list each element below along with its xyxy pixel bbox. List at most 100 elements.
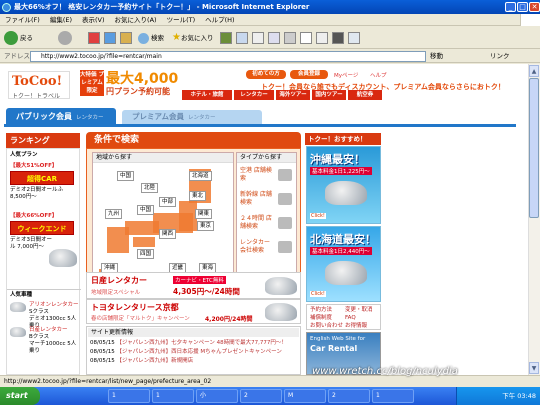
menu-favorites[interactable]: お気に入り(A): [110, 14, 162, 26]
type-airport[interactable]: 空港 店舗検索: [240, 167, 274, 183]
region-shikoku[interactable]: 四国: [137, 249, 155, 259]
taskbar-item[interactable]: 1: [372, 389, 414, 403]
car2-company[interactable]: 日産レンタカー: [29, 327, 68, 334]
mail-icon[interactable]: [236, 32, 248, 44]
back-button[interactable]: 戻る: [4, 30, 33, 46]
plan2-desc[interactable]: デミオ3日間オール 7,000円〜: [10, 237, 54, 251]
links-label[interactable]: リンク: [490, 51, 510, 62]
refresh-icon[interactable]: [104, 32, 116, 44]
toolbar-tool-icon[interactable]: [332, 32, 344, 44]
car1-company[interactable]: アリオンレンタカー: [29, 302, 79, 309]
region-map: 地域から探す 北海道 東北 関東 東京 中部 北陸 関西 中国 四国 九州 沖縄…: [92, 152, 234, 284]
taskbar-item[interactable]: 2: [240, 389, 282, 403]
news-item[interactable]: 08/05/15 【ジャパレン西九州】新規開店: [90, 358, 193, 365]
edit-icon[interactable]: [268, 32, 280, 44]
nissan-banner[interactable]: 日産レンタカー カーナビ・ETC無料 地域限定スペシャル 4,305円〜/24時…: [86, 272, 301, 299]
address-input[interactable]: http://www2.tocoo.jp/?file=rentcar/main: [30, 51, 426, 62]
link-faq[interactable]: FAQ: [345, 315, 356, 322]
hokkaido-ad[interactable]: 北海道最安！ 基本料金1日2,440円〜 Click!: [306, 226, 381, 302]
scroll-down-arrow[interactable]: ▼: [529, 362, 539, 374]
menu-help[interactable]: ヘルプ(H): [200, 14, 239, 26]
menu-file[interactable]: ファイル(F): [0, 14, 45, 26]
toyota-title: トヨタレンタリース京都: [91, 303, 179, 312]
tab-premium-member[interactable]: プレミアム会員 レンタカー: [122, 110, 262, 124]
train-icon: [278, 193, 292, 205]
divider: [7, 289, 81, 290]
research-icon[interactable]: [300, 32, 312, 44]
region-chugoku-alt[interactable]: 中国: [117, 171, 135, 181]
register-button[interactable]: 会員登録: [290, 70, 328, 79]
ie-icon: [2, 3, 11, 12]
start-button[interactable]: start: [0, 387, 40, 405]
region-chubu[interactable]: 中部: [159, 197, 177, 207]
type-company[interactable]: レンタカー 会社検索: [240, 239, 276, 255]
toolbar-tool-icon[interactable]: [316, 32, 328, 44]
clock-icon: [278, 217, 292, 229]
link-reserve[interactable]: 予約方法: [310, 307, 332, 314]
menu-view[interactable]: 表示(V): [77, 14, 110, 26]
region-hokkaido[interactable]: 北海道: [189, 171, 212, 181]
okinawa-click[interactable]: Click!: [310, 213, 326, 219]
tocoo-logo[interactable]: ToCoo! トクー！トラベル: [8, 71, 70, 100]
first-time-button[interactable]: 初めての方: [246, 70, 286, 79]
history-icon[interactable]: [220, 32, 232, 44]
news-item[interactable]: 08/05/15 【ジャパレン西九州】西日本応援 Mちゃんプレゼントキャンペーン: [90, 349, 282, 356]
link-change[interactable]: 変更・取消: [345, 307, 373, 314]
go-button[interactable]: 移動: [430, 51, 443, 62]
scrollbar-thumb[interactable]: [529, 78, 539, 218]
taskbar-item[interactable]: M: [284, 389, 326, 403]
plan2-button[interactable]: ウィークエンド: [10, 221, 74, 235]
scroll-up-arrow[interactable]: ▲: [529, 65, 539, 77]
taskbar-item[interactable]: 2: [328, 389, 370, 403]
car-image: [265, 303, 297, 321]
region-kanto[interactable]: 関東: [195, 209, 213, 219]
plan1-desc[interactable]: デミオ2日間オールふ 8,500円〜: [10, 187, 78, 201]
taskbar-item[interactable]: 1: [152, 389, 194, 403]
region-kansai[interactable]: 関西: [159, 229, 177, 239]
windows-logo-icon: [520, 14, 540, 26]
hokkaido-click[interactable]: Click!: [310, 291, 326, 297]
toolbar-tool-icon[interactable]: [348, 32, 360, 44]
home-icon[interactable]: [120, 32, 132, 44]
menu-tools[interactable]: ツール(T): [162, 14, 201, 26]
discuss-icon[interactable]: [284, 32, 296, 44]
region-kyushu[interactable]: 九州: [105, 209, 123, 219]
favorites-button[interactable]: ★お気に入り: [172, 30, 213, 46]
airplane-icon: [278, 169, 292, 181]
minimize-button[interactable]: _: [505, 2, 516, 12]
link-insurance[interactable]: 補償制度: [310, 315, 332, 322]
mypage-link[interactable]: Myページ: [334, 71, 358, 79]
region-tohoku[interactable]: 東北: [189, 191, 207, 201]
link-deals[interactable]: お得情報: [345, 323, 367, 330]
news-item[interactable]: 08/05/15 【ジャパレン西九州】七夕キャンペーン 48時間で最大77,77…: [90, 340, 287, 347]
region-chugoku[interactable]: 中国: [137, 205, 155, 215]
help-link[interactable]: ヘルプ: [370, 71, 387, 79]
tab-public-member[interactable]: パブリック会員 レンタカー: [6, 108, 116, 125]
type-shinkansen[interactable]: 新幹線 店舗検索: [240, 191, 274, 207]
link-contact[interactable]: お問い合わせ: [310, 323, 343, 330]
taskbar-item[interactable]: 1: [108, 389, 150, 403]
plan1-button[interactable]: 超得CAR: [10, 171, 74, 185]
forward-arrow-icon: [58, 31, 72, 45]
region-tokyo[interactable]: 東京: [197, 221, 215, 231]
type-24h[interactable]: ２４時間 店舗検索: [240, 215, 276, 231]
search-button[interactable]: 検索: [138, 30, 164, 46]
taskbar: start 1 1 小 2 M 2 1 下午 03:48: [0, 387, 540, 405]
car-image: [265, 277, 297, 295]
okinawa-ad[interactable]: 沖縄最安！ 基本料金1日1,225円〜 Click!: [306, 146, 381, 224]
print-icon[interactable]: [252, 32, 264, 44]
car-thumbnail[interactable]: [10, 302, 26, 312]
star-icon: ★: [172, 32, 181, 43]
stop-icon[interactable]: [88, 32, 100, 44]
forward-button[interactable]: [58, 30, 74, 46]
car-thumbnail[interactable]: [10, 327, 26, 337]
nav-hotel[interactable]: ホテル・旅館: [182, 90, 232, 100]
map-shape: [107, 227, 129, 253]
toyota-tag: 春の店舗限定「マルトク」キャンペーン: [91, 316, 190, 322]
menu-edit[interactable]: 編集(E): [45, 14, 77, 26]
taskbar-item[interactable]: 小: [196, 389, 238, 403]
maximize-button[interactable]: □: [517, 2, 528, 12]
region-hokuriku[interactable]: 北陸: [141, 183, 159, 193]
close-button[interactable]: ✕: [529, 2, 540, 12]
toyota-banner[interactable]: トヨタレンタリース京都 春の店舗限定「マルトク」キャンペーン 4,200円/24…: [86, 299, 301, 324]
